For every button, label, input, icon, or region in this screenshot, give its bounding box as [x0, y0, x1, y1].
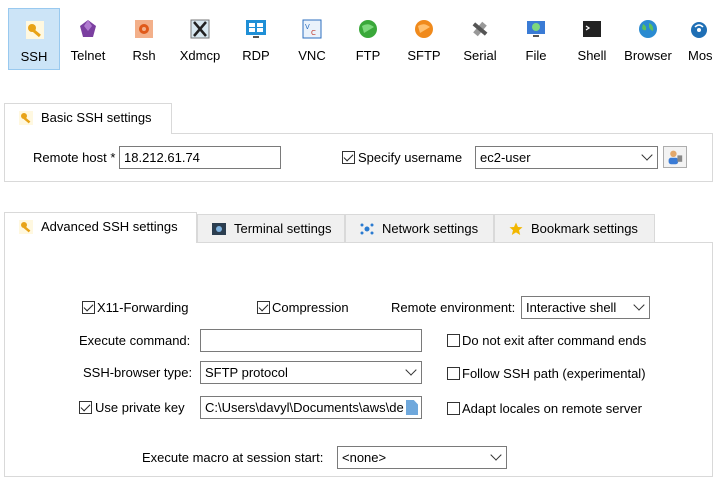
rsh-label: Rsh	[132, 48, 156, 63]
tab-bookmark-label: Bookmark settings	[531, 221, 638, 236]
shell-session-button[interactable]: Shell	[566, 8, 618, 70]
svg-text:C: C	[311, 29, 316, 37]
vnc-session-button[interactable]: VC VNC	[286, 8, 338, 70]
gem-icon	[80, 20, 96, 37]
remote-environment-label: Remote environment:	[391, 300, 516, 315]
serial-label: Serial	[463, 48, 497, 63]
key-icon	[19, 111, 33, 125]
file-session-button[interactable]: File	[510, 8, 562, 70]
xdmcp-label: Xdmcp	[179, 48, 221, 63]
follow-ssh-path-checkbox[interactable]	[447, 367, 460, 380]
tab-basic-ssh-settings[interactable]: Basic SSH settings	[4, 103, 172, 134]
execute-command-input[interactable]	[200, 329, 422, 352]
remote-host-input[interactable]: 18.212.61.74	[119, 146, 281, 169]
key-icon	[26, 21, 44, 39]
x11-forwarding-checkbox[interactable]	[82, 301, 95, 314]
follow-ssh-path-label: Follow SSH path (experimental)	[462, 366, 646, 381]
xdmcp-session-button[interactable]: Xdmcp	[174, 8, 226, 70]
windows-icon	[246, 20, 266, 38]
user-icon	[668, 150, 683, 165]
execute-macro-select[interactable]: <none>	[337, 446, 507, 469]
tab-network-label: Network settings	[382, 221, 479, 236]
ssh-browser-type-value: SFTP protocol	[205, 365, 288, 380]
browser-label: Browser	[624, 48, 672, 63]
execute-macro-value: <none>	[342, 450, 387, 465]
tab-advanced-label: Advanced SSH settings	[41, 219, 178, 234]
use-private-key-checkbox[interactable]	[79, 401, 92, 414]
adapt-locales-checkbox[interactable]	[447, 402, 460, 415]
remote-host-value: 18.212.61.74	[124, 150, 200, 165]
telnet-label: Telnet	[70, 48, 106, 63]
network-icon	[360, 223, 374, 235]
shell-label: Shell	[577, 48, 607, 63]
globe-icon	[415, 20, 433, 38]
mosh-session-button[interactable]: Mos	[676, 8, 713, 70]
sftp-label: SFTP	[407, 48, 441, 63]
file-label: File	[525, 48, 547, 63]
remote-environment-select[interactable]: Interactive shell	[521, 296, 650, 319]
specify-username-label: Specify username	[358, 150, 463, 165]
rdp-session-button[interactable]: RDP	[230, 8, 282, 70]
remote-environment-value: Interactive shell	[526, 300, 617, 315]
remote-host-label: Remote host *	[33, 150, 116, 165]
ssh-session-button[interactable]: SSH	[8, 8, 60, 70]
execute-command-label: Execute command:	[79, 333, 191, 348]
vnc-label: VNC	[298, 48, 326, 63]
terminal-icon	[212, 223, 226, 235]
telnet-session-button[interactable]: Telnet	[62, 8, 114, 70]
tab-bookmark-settings[interactable]: Bookmark settings	[494, 214, 655, 243]
tab-advanced-ssh-settings[interactable]: Advanced SSH settings	[4, 212, 197, 243]
gear-icon	[135, 20, 153, 38]
globe-icon	[359, 20, 377, 38]
x11-forwarding-label: X11-Forwarding	[97, 300, 189, 315]
serial-session-button[interactable]: Serial	[454, 8, 506, 70]
username-value: ec2-user	[480, 150, 531, 165]
rsh-session-button[interactable]: Rsh	[118, 8, 170, 70]
file-browse-icon[interactable]	[406, 400, 418, 415]
do-not-exit-label: Do not exit after command ends	[462, 333, 647, 348]
tab-terminal-label: Terminal settings	[234, 221, 332, 236]
private-key-path-value: C:\Users\davyl\Documents\aws\de	[205, 400, 404, 415]
chevron-down-icon	[405, 364, 417, 376]
tab-network-settings[interactable]: Network settings	[345, 214, 494, 243]
x-icon	[190, 19, 210, 39]
execute-macro-label: Execute macro at session start:	[142, 450, 324, 465]
do-not-exit-checkbox[interactable]	[447, 334, 460, 347]
compression-checkbox[interactable]	[257, 301, 270, 314]
chevron-down-icon	[641, 149, 653, 161]
advanced-settings-panel	[4, 242, 713, 477]
chevron-down-icon	[490, 449, 502, 461]
satellite-icon	[472, 21, 488, 37]
star-icon	[509, 222, 523, 235]
chevron-down-icon	[633, 299, 645, 311]
specify-username-checkbox[interactable]	[342, 151, 355, 164]
user-manager-button[interactable]	[663, 146, 687, 168]
vnc-icon: VC	[302, 19, 322, 39]
compression-label: Compression	[272, 300, 349, 315]
ssh-label: SSH	[20, 49, 48, 64]
earth-icon	[639, 20, 657, 38]
browser-session-button[interactable]: Browser	[622, 8, 674, 70]
antenna-icon	[691, 22, 707, 38]
tab-terminal-settings[interactable]: Terminal settings	[197, 214, 345, 243]
mosh-label: Mos	[688, 48, 713, 63]
ftp-label: FTP	[355, 48, 381, 63]
monitor-icon	[527, 21, 545, 37]
sftp-session-button[interactable]: SFTP	[398, 8, 450, 70]
use-private-key-label: Use private key	[95, 400, 185, 415]
private-key-path-input[interactable]: C:\Users\davyl\Documents\aws\de	[200, 396, 422, 419]
adapt-locales-label: Adapt locales on remote server	[462, 401, 642, 416]
svg-text:V: V	[305, 23, 310, 31]
tab-basic-label: Basic SSH settings	[41, 110, 152, 125]
username-combo[interactable]: ec2-user	[475, 146, 658, 169]
ssh-browser-type-select[interactable]: SFTP protocol	[200, 361, 422, 384]
key-icon	[19, 220, 33, 234]
ftp-session-button[interactable]: FTP	[342, 8, 394, 70]
terminal-icon	[583, 21, 601, 37]
ssh-browser-type-label: SSH-browser type:	[83, 365, 193, 380]
rdp-label: RDP	[242, 48, 270, 63]
session-type-toolbar: SSH Telnet Rsh Xdmcp RDP VC VNC FTP SFTP…	[0, 0, 713, 72]
